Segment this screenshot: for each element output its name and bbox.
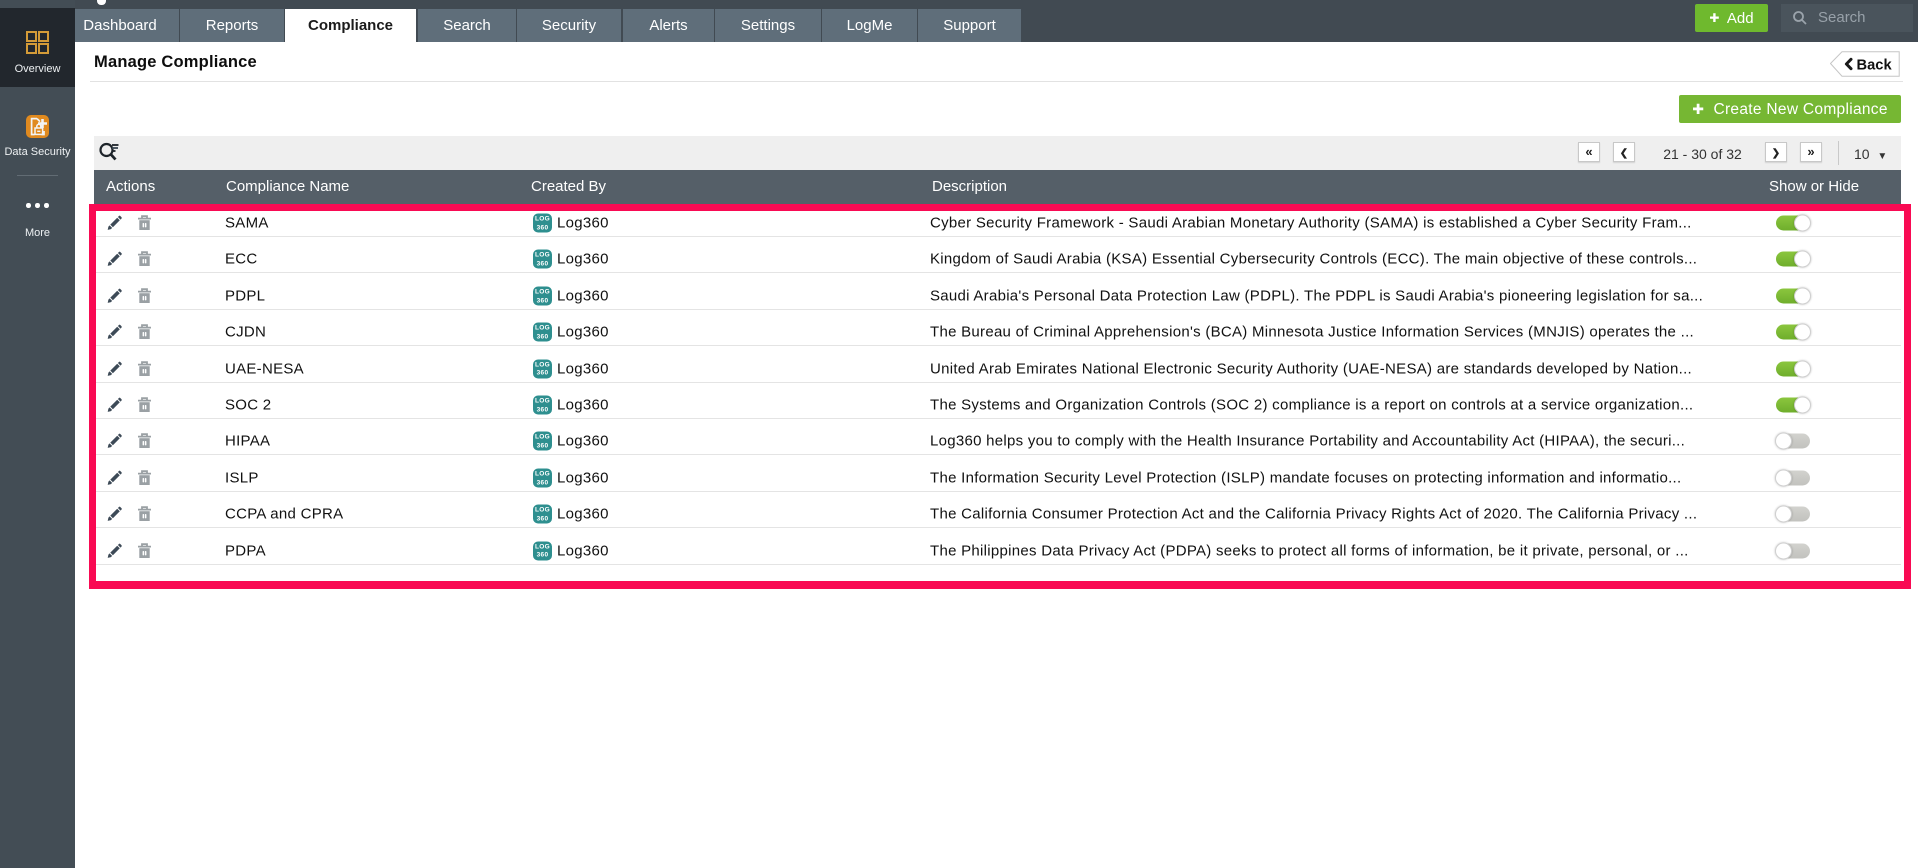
svg-text:Back: Back <box>1857 57 1893 73</box>
